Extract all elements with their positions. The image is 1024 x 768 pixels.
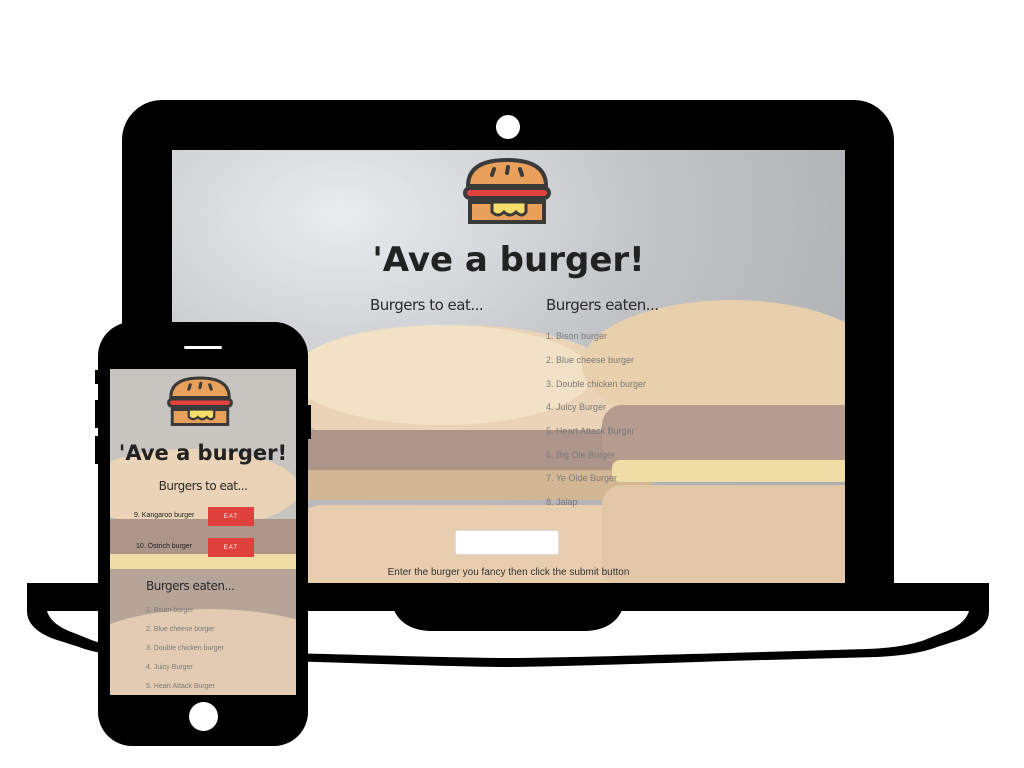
eaten-item: 4. Juicy Burger	[146, 664, 193, 671]
phone-home-button[interactable]	[189, 702, 218, 731]
eaten-item: 5. Heart Attack Burger	[546, 426, 635, 436]
phone-side-button	[95, 436, 99, 464]
eaten-item: 2. Blue cheese burger	[546, 355, 635, 365]
eaten-item: 3. Double chicken burger	[146, 645, 224, 652]
phone-side-button	[95, 370, 99, 384]
phone-side-button	[95, 400, 99, 428]
eaten-heading: Burgers eaten...	[146, 579, 235, 593]
burger-icon	[463, 158, 551, 224]
to-eat-heading: Burgers to eat...	[158, 479, 248, 493]
eaten-heading: Burgers eaten...	[546, 296, 659, 314]
laptop-camera	[496, 115, 520, 139]
phone-side-button	[307, 405, 311, 439]
eaten-item: 1. Bison burger	[546, 331, 608, 341]
burger-name-input[interactable]	[455, 530, 559, 555]
eat-button[interactable]: EAT	[208, 507, 254, 526]
to-eat-item-label: 10. Ostrich burger	[136, 543, 193, 550]
to-eat-item-label: 9. Kangaroo burger	[134, 512, 195, 519]
burger-icon	[167, 376, 233, 426]
eaten-item: 3. Double chicken burger	[546, 379, 647, 389]
eaten-item: 1. Bison burger	[146, 607, 194, 614]
to-eat-heading: Burgers to eat...	[370, 296, 484, 314]
eat-button[interactable]: EAT	[208, 538, 254, 557]
phone-screen: 'Ave a burger! Burgers to eat... 9. Kang…	[110, 369, 296, 695]
eaten-item: 2. Blue cheese burger	[146, 626, 215, 633]
phone-speaker	[184, 346, 222, 349]
eaten-item: 5. Heart Attack Burger	[146, 683, 215, 690]
page-title: 'Ave a burger!	[372, 240, 645, 280]
page-title: 'Ave a burger!	[118, 441, 288, 465]
eaten-item: 7. Ye Olde Burger	[546, 473, 618, 483]
eaten-item: 6. Big Ole Burger	[546, 450, 616, 460]
eaten-item: 4. Juicy Burger	[546, 402, 607, 412]
eaten-item: 8. Jalap	[546, 497, 578, 507]
